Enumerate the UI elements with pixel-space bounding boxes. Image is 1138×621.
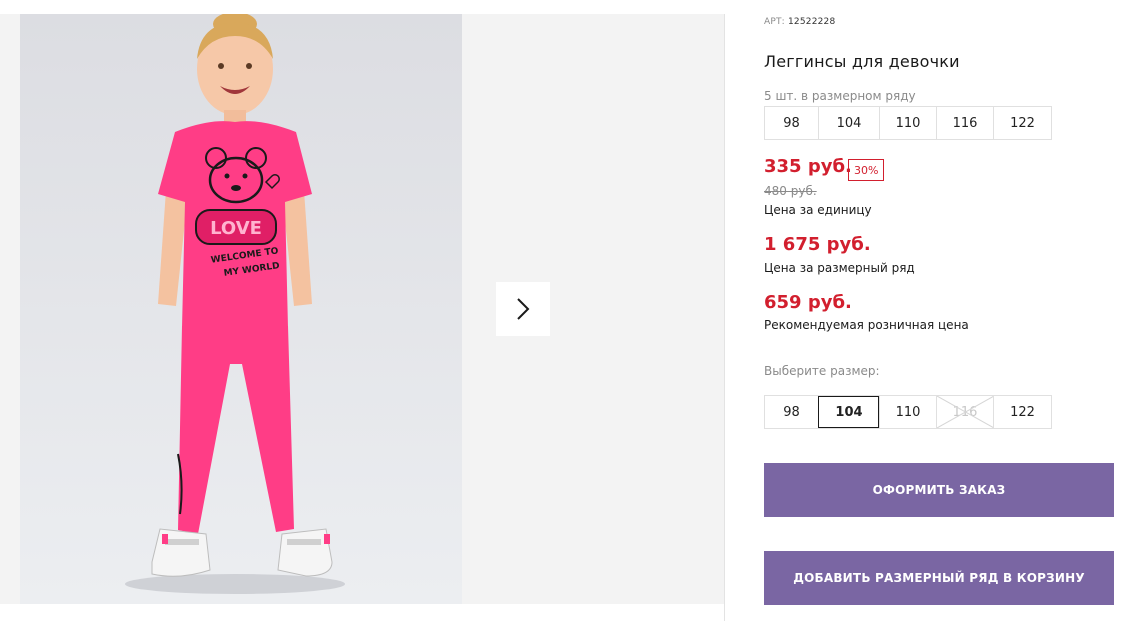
product-photo[interactable]: LOVE WELCOME TO MY WORLD (20, 14, 462, 604)
row-price-caption: Цена за размерный ряд (764, 261, 915, 275)
pack-size-122: 122 (993, 107, 1051, 139)
pack-size-116: 116 (936, 107, 993, 139)
pack-size-98: 98 (783, 115, 800, 131)
size-option-104[interactable]: 104 (818, 396, 879, 428)
size-option-116-unavailable: 116 (936, 396, 994, 428)
article-value: 12522228 (787, 17, 836, 27)
choose-size-label: Выберите размер: (764, 364, 880, 378)
pack-size-row: 98 104 110 116 122 (764, 106, 1052, 140)
product-title: Леггинсы для девочки (764, 52, 960, 71)
next-image-button[interactable] (496, 282, 550, 336)
pack-size-104: 104 (818, 107, 879, 139)
size-option-122[interactable]: 122 (993, 396, 1051, 428)
column-divider (724, 14, 725, 621)
pack-size-110: 110 (879, 107, 936, 139)
size-option-110[interactable]: 110 (879, 396, 936, 428)
order-button[interactable]: ОФОРМИТЬ ЗАКАЗ (764, 463, 1114, 517)
unavailable-cross-icon (937, 396, 994, 428)
old-price: 480 руб. (764, 184, 817, 198)
row-price: 1 675 руб. (764, 234, 871, 255)
unit-price-caption: Цена за единицу (764, 203, 872, 217)
discount-price: 335 руб. (764, 156, 852, 177)
pack-note: 5 шт. в размерном ряду (764, 89, 916, 103)
shirt-print-love: LOVE (210, 218, 262, 239)
retail-price-caption: Рекомендуемая розничная цена (764, 318, 969, 332)
retail-price: 659 руб. (764, 292, 852, 313)
size-option-98[interactable]: 98 (765, 396, 818, 428)
size-selector: 98 104 110 116 122 (764, 395, 1052, 429)
article-label: АРТ: (764, 17, 785, 27)
product-gallery: LOVE WELCOME TO MY WORLD (0, 14, 724, 604)
article-number: АРТ: 12522228 (764, 17, 835, 27)
chevron-right-icon (517, 298, 530, 320)
discount-badge: 30% (848, 159, 885, 181)
add-size-row-to-cart-button[interactable]: ДОБАВИТЬ РАЗМЕРНЫЙ РЯД В КОРЗИНУ (764, 551, 1114, 605)
